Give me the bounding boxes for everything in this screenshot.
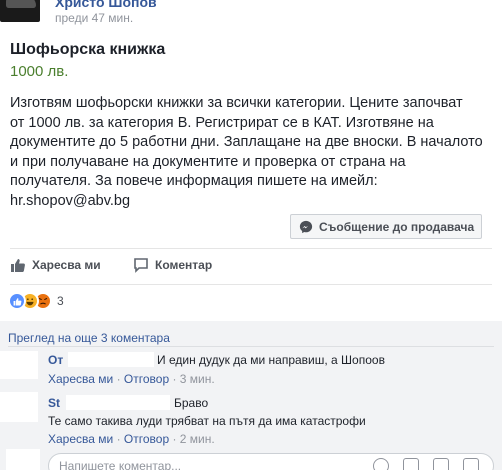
comment-author[interactable]: От bbox=[48, 353, 63, 367]
commenter-avatar[interactable] bbox=[0, 351, 38, 379]
comment-time[interactable]: 2 мин. bbox=[180, 432, 215, 446]
camera-icon[interactable] bbox=[403, 458, 419, 470]
divider bbox=[10, 284, 492, 285]
listing-title: Шофьорска книжка bbox=[10, 41, 166, 58]
comments-section: Преглед на още 3 коментара От И един дуд… bbox=[0, 321, 502, 470]
comment-like-link[interactable]: Харесва ми bbox=[48, 372, 113, 386]
car-icon bbox=[6, 0, 36, 8]
comment-meta: Харесва ми · Отговор · 3 мин. bbox=[48, 372, 215, 386]
like-label: Харесва ми bbox=[32, 258, 101, 272]
divider bbox=[10, 248, 492, 249]
listing-price: 1000 лв. bbox=[10, 63, 69, 80]
comment-reply-link[interactable]: Отговор bbox=[124, 432, 169, 446]
post-timestamp[interactable]: преди 47 мин. bbox=[55, 11, 133, 25]
comment-input-box[interactable] bbox=[48, 453, 494, 470]
comment-time[interactable]: 3 мин. bbox=[180, 372, 215, 386]
comment-text: И един дудук да ми направиш, а Шопоов bbox=[157, 353, 385, 367]
comment-like-link[interactable]: Харесва ми bbox=[48, 432, 113, 446]
messenger-icon bbox=[299, 220, 313, 233]
message-seller-label: Съобщение до продавача bbox=[319, 219, 475, 234]
emoji-icon[interactable] bbox=[373, 458, 389, 470]
gif-icon[interactable] bbox=[433, 458, 449, 470]
comment-icon bbox=[134, 258, 148, 273]
timestamp-text: преди 47 мин. bbox=[55, 11, 134, 25]
post-header: Христо Шопов преди 47 мин. bbox=[0, 0, 502, 30]
redaction bbox=[68, 352, 154, 367]
comment-meta: Харесва ми · Отговор · 2 мин. bbox=[48, 432, 215, 446]
author-name[interactable]: Христо Шопов bbox=[55, 0, 157, 10]
message-seller-button[interactable]: Съобщение до продавача bbox=[290, 214, 482, 239]
reactions-summary[interactable]: 3 bbox=[8, 292, 64, 310]
listing-description: Изготвям шофьорски книжки за всички кате… bbox=[10, 95, 483, 209]
reaction-count: 3 bbox=[57, 294, 64, 308]
current-user-avatar bbox=[6, 449, 40, 470]
commenter-avatar[interactable] bbox=[0, 392, 38, 422]
comment-label: Коментар bbox=[155, 258, 213, 272]
comment-text: Браво bbox=[174, 396, 209, 410]
author-avatar[interactable] bbox=[0, 0, 40, 22]
like-reaction-icon bbox=[8, 292, 26, 310]
comment-author[interactable]: St bbox=[48, 396, 60, 410]
like-button[interactable]: Харесва ми bbox=[10, 257, 101, 273]
thumbs-up-icon bbox=[11, 259, 25, 272]
sticker-icon[interactable] bbox=[463, 458, 479, 470]
redaction bbox=[66, 395, 170, 410]
divider bbox=[8, 346, 494, 347]
comment-input[interactable] bbox=[59, 457, 359, 470]
comment-text: Те само такива луди трябват на пътя да и… bbox=[48, 414, 366, 428]
comment-reply-link[interactable]: Отговор bbox=[124, 372, 169, 386]
comment-button[interactable]: Коментар bbox=[133, 257, 212, 273]
view-more-comments-link[interactable]: Преглед на още 3 коментара bbox=[8, 331, 170, 345]
